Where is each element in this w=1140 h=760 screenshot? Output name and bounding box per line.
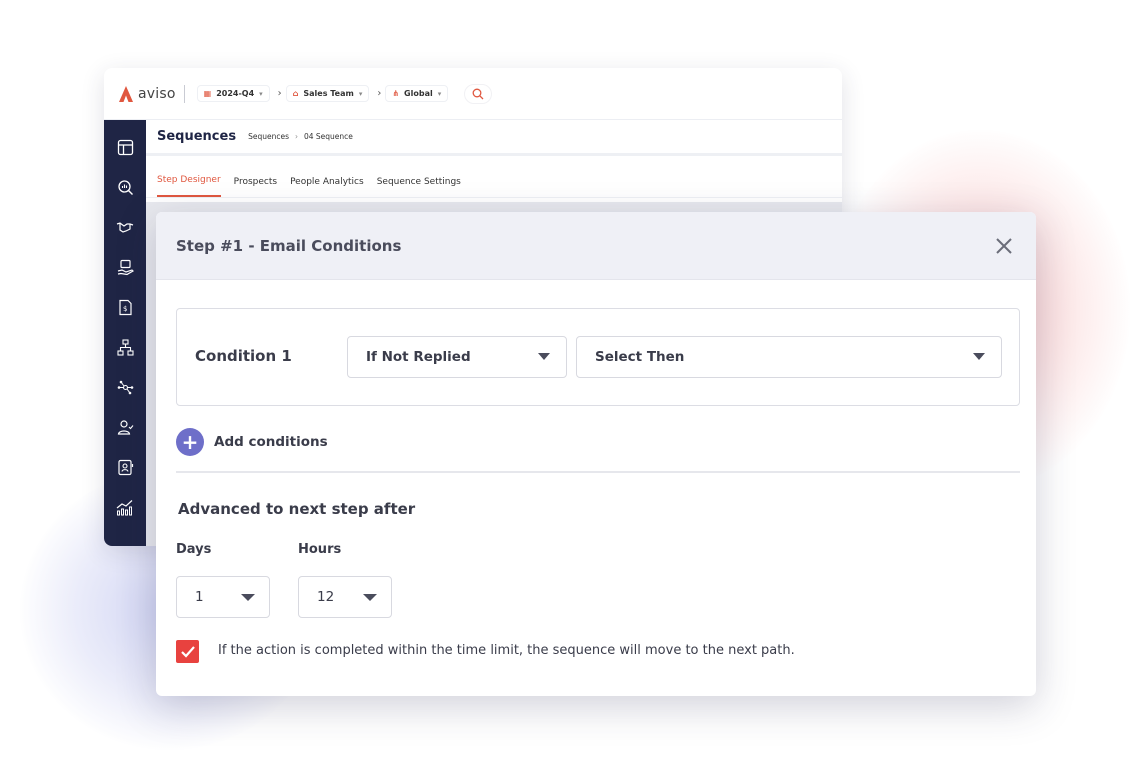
chevron-right-icon: ›: [377, 88, 382, 99]
then-select[interactable]: Select Then: [576, 336, 1002, 378]
caret-down-icon: [538, 353, 550, 360]
region-filter-label: Global: [404, 89, 433, 98]
chevron-right-icon: ›: [294, 132, 298, 141]
region-filter[interactable]: ⋔ Global ▾: [385, 85, 449, 102]
advanced-section-title: Advanced to next step after: [178, 500, 416, 518]
page-header: Sequences Sequences › 04 Sequence: [146, 120, 842, 156]
logo-text: aviso: [138, 85, 176, 102]
aviso-logo-icon: [119, 85, 133, 102]
condition-row: Condition 1 If Not Replied Select Then: [176, 308, 1020, 406]
chevron-right-icon: ›: [277, 88, 282, 99]
team-filter[interactable]: ⌂ Sales Team ▾: [285, 85, 370, 102]
handshake-icon[interactable]: [116, 218, 134, 236]
logo: aviso: [118, 85, 176, 103]
caret-down-icon: [241, 594, 255, 601]
search-button[interactable]: [464, 83, 493, 104]
period-filter[interactable]: ▦ 2024-Q4 ▾: [196, 85, 270, 102]
tab-step-designer[interactable]: Step Designer: [157, 175, 221, 197]
plus-icon: +: [176, 428, 204, 456]
user-check-icon[interactable]: [116, 418, 134, 436]
caret-down-icon: [973, 353, 985, 360]
building-icon: ⌂: [292, 89, 299, 98]
breadcrumb: Sequences › 04 Sequence: [248, 132, 353, 141]
tab-people-analytics[interactable]: People Analytics: [290, 177, 364, 197]
breadcrumb-item-current: 04 Sequence: [303, 132, 353, 141]
chevron-down-icon: ▾: [259, 89, 263, 98]
modal-header: Step #1 - Email Conditions: [156, 212, 1036, 280]
divider: [176, 471, 1020, 473]
team-filter-label: Sales Team: [303, 89, 354, 98]
sidebar: $: [104, 120, 146, 546]
tab-bar: Step Designer Prospects People Analytics…: [146, 156, 842, 198]
analytics-search-icon[interactable]: [116, 178, 134, 196]
search-icon: [472, 88, 484, 99]
days-select-value: 1: [195, 589, 204, 605]
network-icon[interactable]: [116, 378, 134, 396]
days-label: Days: [176, 542, 212, 557]
caret-down-icon: [363, 594, 377, 601]
add-conditions-button[interactable]: + Add conditions: [176, 428, 328, 456]
checkmark-icon: [180, 645, 195, 658]
days-select[interactable]: 1: [176, 576, 270, 618]
condition-select[interactable]: If Not Replied: [347, 336, 567, 378]
divider: [183, 84, 185, 103]
top-bar: aviso ▦ 2024-Q4 ▾ › ⌂ Sales Team ▾ › ⋔ G…: [104, 68, 842, 120]
org-chart-icon[interactable]: [116, 338, 134, 356]
chevron-down-icon: ▾: [358, 89, 363, 98]
calendar-icon: ▦: [203, 89, 212, 98]
checkbox-label: If the action is completed within the ti…: [218, 643, 795, 658]
close-icon[interactable]: [994, 236, 1014, 256]
deal-icon[interactable]: [116, 258, 134, 276]
hours-label: Hours: [298, 542, 342, 557]
invoice-icon[interactable]: $: [116, 298, 134, 316]
chevron-down-icon: ▾: [437, 89, 442, 98]
tab-sequence-settings[interactable]: Sequence Settings: [377, 177, 461, 197]
tab-prospects[interactable]: Prospects: [234, 177, 277, 197]
email-conditions-modal: Step #1 - Email Conditions Condition 1 I…: [156, 212, 1036, 696]
period-filter-label: 2024-Q4: [216, 89, 255, 98]
then-select-value: Select Then: [595, 349, 685, 365]
condition-label: Condition 1: [195, 347, 292, 365]
time-limit-checkbox[interactable]: [176, 640, 199, 663]
condition-select-value: If Not Replied: [366, 349, 471, 365]
hours-select-value: 12: [317, 589, 335, 605]
growth-chart-icon[interactable]: [116, 498, 134, 516]
modal-title: Step #1 - Email Conditions: [176, 236, 402, 255]
hours-select[interactable]: 12: [298, 576, 392, 618]
hierarchy-icon: ⋔: [392, 89, 400, 98]
svg-text:$: $: [123, 305, 127, 313]
page-title: Sequences: [157, 129, 237, 144]
layout-icon[interactable]: [116, 138, 134, 156]
breadcrumb-item-sequences[interactable]: Sequences: [248, 132, 289, 141]
contact-card-icon[interactable]: [116, 458, 134, 476]
add-conditions-label: Add conditions: [214, 434, 328, 450]
